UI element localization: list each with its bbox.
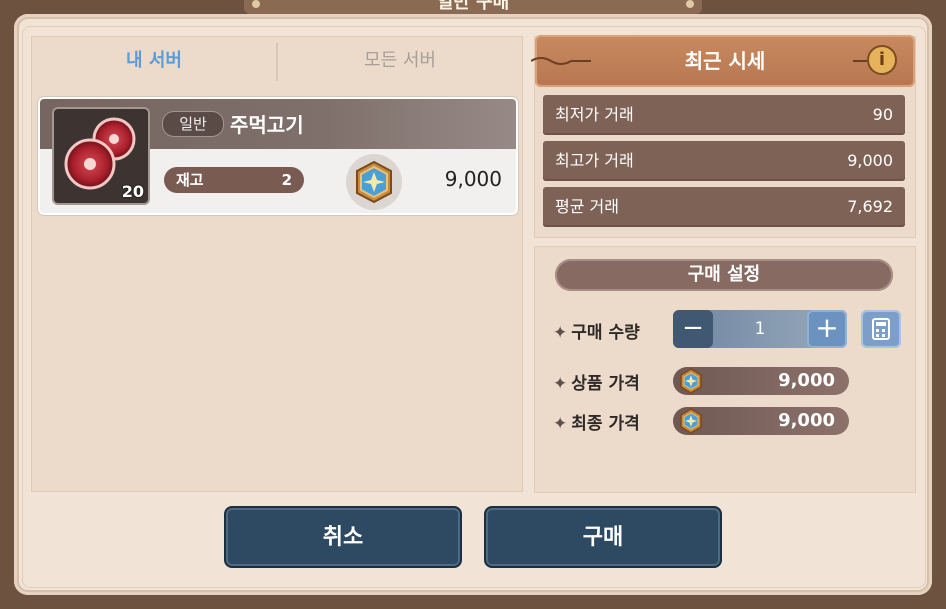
grade-badge: 일반 <box>162 111 224 137</box>
stat-label: 평균 거래 <box>555 197 619 216</box>
quantity-value[interactable]: 1 <box>713 310 807 348</box>
gem-coin-icon <box>680 368 702 394</box>
qty-label: 구매 수량 <box>571 323 640 343</box>
final-price-value: 9,000 <box>778 410 835 431</box>
buy-button[interactable]: 구매 <box>484 506 722 568</box>
minus-button[interactable]: − <box>673 310 713 348</box>
gem-coin-icon <box>346 154 402 210</box>
market-title: 최근 시세 <box>684 49 766 73</box>
tab-my-server[interactable]: 내 서버 <box>32 37 276 85</box>
stat-row-highest: 최고가 거래 9,000 <box>543 141 905 181</box>
item-price-row: ✦ 상품 가격 <box>553 369 640 394</box>
stat-value: 90 <box>872 105 893 124</box>
info-icon[interactable]: i <box>867 45 897 75</box>
calculator-icon[interactable] <box>861 310 901 348</box>
item-thumbnail: 20 <box>52 107 150 205</box>
qty-row: ✦ 구매 수량 <box>553 318 640 343</box>
item-listing[interactable]: 20 일반 주먹고기 재고 2 9,000 <box>40 99 516 213</box>
gem-coin-icon <box>680 408 702 434</box>
plus-button[interactable]: + <box>807 310 847 348</box>
stat-row-lowest: 최저가 거래 90 <box>543 95 905 135</box>
purchase-settings-panel: 구매 설정 ✦ 구매 수량 − 1 + ✦ 상품 가격 9,000 ✦ 최종 가… <box>534 246 916 493</box>
purchase-settings-title: 구매 설정 <box>555 259 893 291</box>
item-name: 주먹고기 <box>230 113 304 137</box>
stock-pill: 재고 2 <box>164 167 304 193</box>
sparkle-icon: ✦ <box>553 323 568 343</box>
final-price-row: ✦ 최종 가격 <box>553 409 640 434</box>
server-tabs: 내 서버 모든 서버 <box>32 37 522 85</box>
item-price-pill: 9,000 <box>673 367 849 395</box>
market-header: 최근 시세 i <box>531 35 915 87</box>
item-count: 20 <box>121 182 144 201</box>
item-price: 9,000 <box>444 167 502 191</box>
tab-all-servers[interactable]: 모든 서버 <box>278 37 522 85</box>
stat-value: 7,692 <box>847 197 893 216</box>
quantity-stepper: − 1 + <box>673 310 847 348</box>
dialog-frame: 일반 구매 내 서버 모든 서버 20 일반 주먹고기 재고 2 9,000 최… <box>0 0 946 609</box>
item-price-label: 상품 가격 <box>571 374 640 394</box>
final-price-pill: 9,000 <box>673 407 849 435</box>
stat-row-average: 평균 거래 7,692 <box>543 187 905 227</box>
stock-value: 2 <box>281 171 292 189</box>
stat-label: 최저가 거래 <box>555 105 634 124</box>
final-price-label: 최종 가격 <box>571 414 640 434</box>
listing-panel: 내 서버 모든 서버 20 일반 주먹고기 재고 2 9,000 <box>31 36 523 492</box>
cancel-button[interactable]: 취소 <box>224 506 462 568</box>
stat-value: 9,000 <box>847 151 893 170</box>
market-panel: 최근 시세 i 최저가 거래 90 최고가 거래 9,000 평균 거래 7,6… <box>531 35 916 238</box>
item-price-value: 9,000 <box>778 370 835 391</box>
sparkle-icon: ✦ <box>553 414 568 434</box>
stock-label: 재고 <box>176 171 204 189</box>
stat-label: 최고가 거래 <box>555 151 634 170</box>
sparkle-icon: ✦ <box>553 374 568 394</box>
dialog-title: 일반 구매 <box>436 0 510 13</box>
